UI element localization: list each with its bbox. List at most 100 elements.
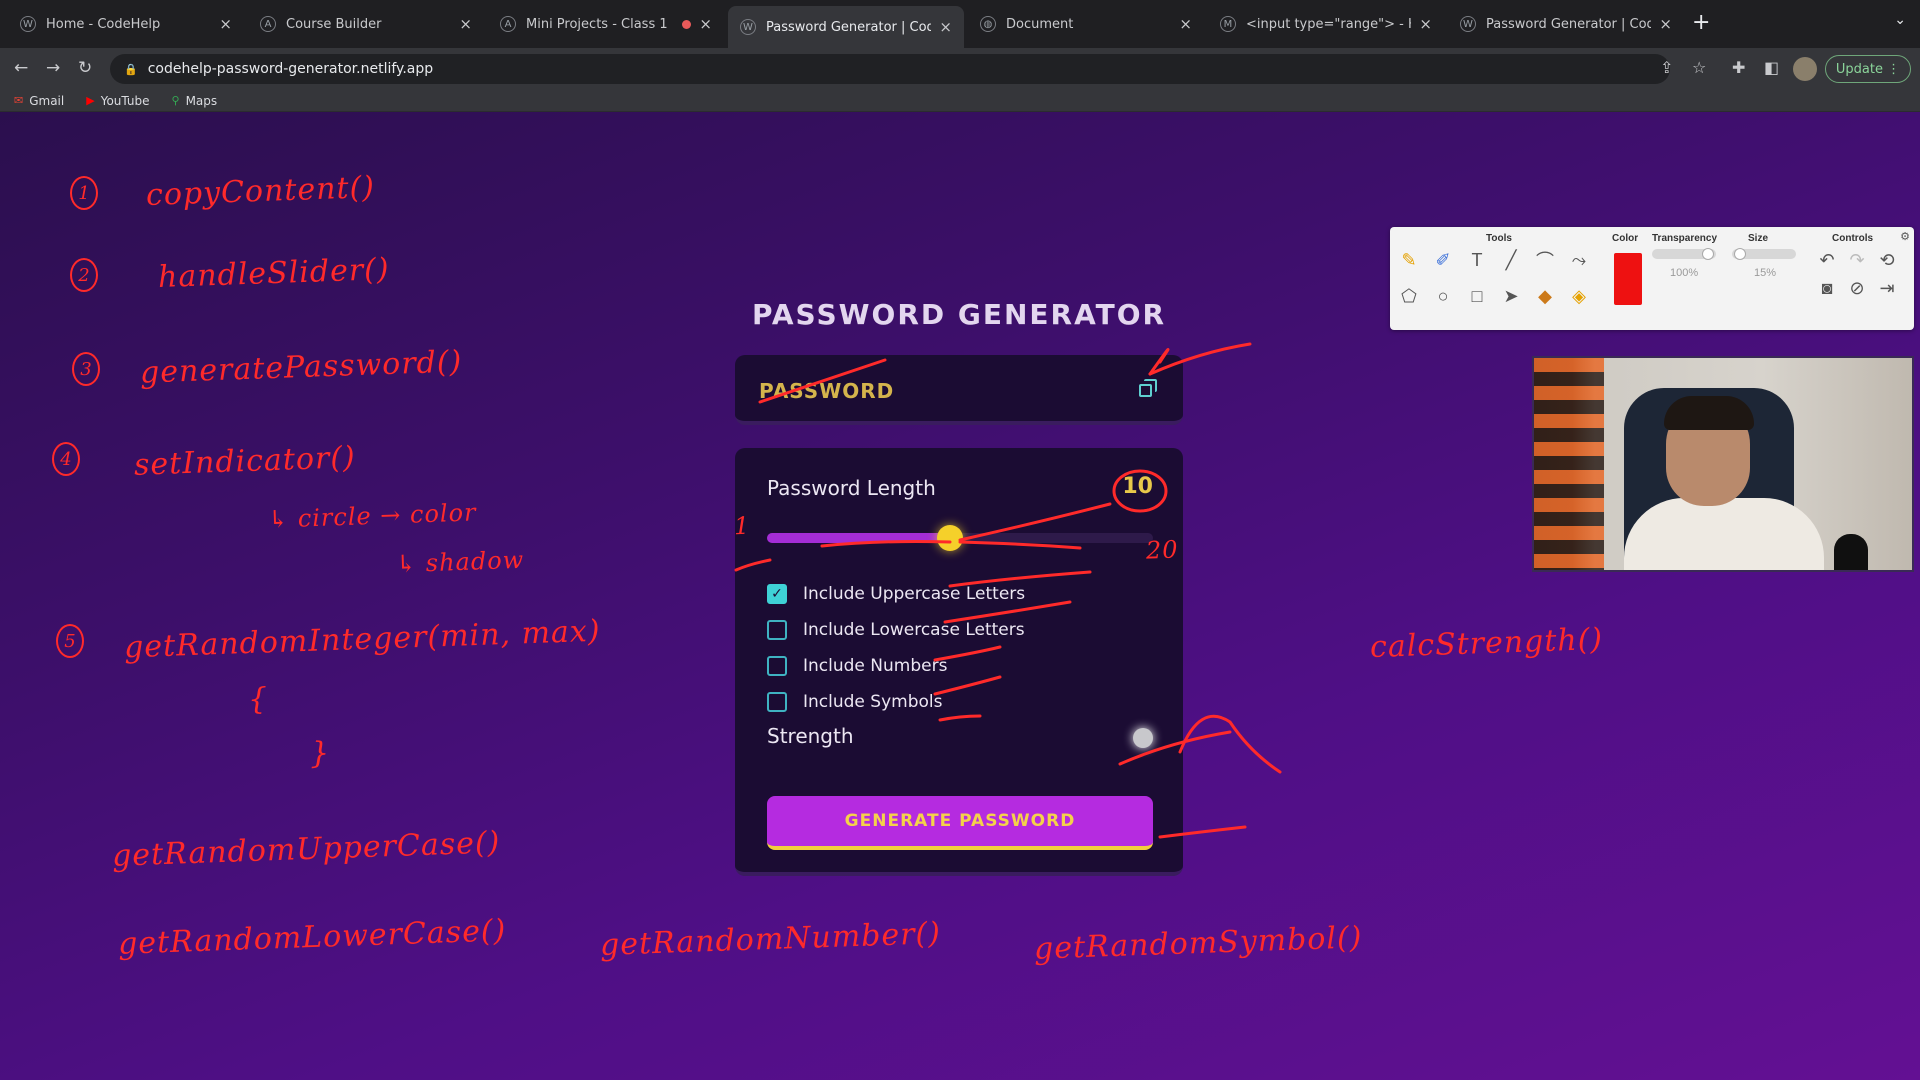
symbols-checkbox[interactable] [767, 692, 787, 712]
lowercase-checkbox[interactable] [767, 620, 787, 640]
size-slider[interactable] [1732, 248, 1796, 260]
close-tab-icon[interactable]: × [1659, 15, 1672, 33]
new-tab-button[interactable]: + [1692, 10, 1710, 35]
recording-indicator-icon [682, 19, 692, 29]
address-bar[interactable]: 🔒 codehelp-password-generator.netlify.ap… [110, 54, 1670, 84]
clear-icon[interactable]: ⟲ [1874, 247, 1900, 273]
tab-strip: W Home - CodeHelp × A Course Builder × A… [0, 0, 1920, 48]
presenter-hair [1664, 396, 1754, 430]
share-icon[interactable]: ⇪ [1660, 58, 1673, 77]
bookmark-label: Maps [185, 93, 218, 108]
annotation-generate-password: generatePassword() [139, 344, 463, 391]
redo-icon[interactable]: ↷ [1844, 247, 1870, 273]
tab-password-generator-2[interactable]: W Password Generator | CodeHel × [1448, 8, 1684, 40]
circle-icon[interactable]: ○ [1430, 283, 1456, 309]
close-tab-icon[interactable]: × [1419, 15, 1432, 33]
annotation-number-4: 4 [52, 442, 80, 476]
annotation-brace-open: { [247, 681, 269, 718]
close-tab-icon[interactable]: × [459, 15, 472, 33]
exit-icon[interactable]: ⇥ [1874, 275, 1900, 301]
close-tab-icon[interactable]: × [699, 15, 712, 33]
annotation-get-random-integer: getRandomInteger(min, max) [123, 613, 602, 666]
tab-title: Password Generator | CodeHel [1486, 16, 1652, 32]
fill-bucket-icon[interactable]: ◈ [1566, 283, 1592, 309]
lock-icon: 🔒 [124, 62, 138, 76]
polygon-icon[interactable]: ⬠ [1396, 283, 1422, 309]
color-swatch[interactable] [1614, 253, 1642, 305]
password-output[interactable]: PASSWORD [759, 379, 894, 403]
option-lowercase[interactable]: Include Lowercase Letters [767, 620, 1025, 640]
annotation-circle-color: ↳ circle → color [267, 498, 477, 534]
transparency-value: 100% [1670, 267, 1699, 279]
hide-icon[interactable]: ⊘ [1844, 275, 1870, 301]
uppercase-checkbox[interactable]: ✓ [767, 584, 787, 604]
tab-search-chevron-icon[interactable]: ⌄ [1894, 12, 1906, 28]
annotation-slider-max: 20 [1145, 535, 1180, 565]
highlighter-icon[interactable]: ✐ [1430, 247, 1456, 273]
codehelp-favicon-icon: W [1460, 16, 1476, 32]
tab-course-builder[interactable]: A Course Builder × [248, 8, 484, 40]
youtube-icon: ▶ [86, 94, 95, 107]
close-tab-icon[interactable]: × [939, 18, 952, 36]
mini-projects-favicon-icon: A [500, 16, 516, 32]
line-icon[interactable]: ╱ [1498, 247, 1524, 273]
tab-mdn-input-range[interactable]: M <input type="range"> - HTML × [1208, 8, 1444, 40]
back-button[interactable]: ← [14, 58, 28, 78]
option-label: Include Uppercase Letters [803, 584, 1026, 604]
update-button[interactable]: Update ⋮ [1825, 55, 1911, 83]
settings-card: Password Length 10 ✓ Include Uppercase L… [735, 448, 1183, 876]
tab-home-codehelp[interactable]: W Home - CodeHelp × [8, 8, 244, 40]
eraser-icon[interactable]: ◆ [1532, 283, 1558, 309]
extensions-puzzle-icon[interactable]: ✚ [1732, 58, 1745, 77]
tab-document[interactable]: ◍ Document × [968, 8, 1204, 40]
codehelp-favicon-icon: W [20, 16, 36, 32]
bookmark-maps[interactable]: ⚲ Maps [172, 94, 218, 108]
controls-header: Controls [1832, 233, 1874, 244]
annotation-set-indicator: setIndicator() [133, 440, 357, 483]
camera-icon[interactable]: ◙ [1814, 275, 1840, 301]
undo-icon[interactable]: ↶ [1814, 247, 1840, 273]
copy-icon[interactable] [1139, 379, 1159, 399]
slider-fill [767, 533, 950, 543]
slider-thumb[interactable] [936, 525, 963, 551]
tab-mini-projects[interactable]: A Mini Projects - Class 1 × [488, 8, 724, 40]
option-label: Include Lowercase Letters [803, 620, 1025, 640]
bookmark-star-icon[interactable]: ☆ [1692, 58, 1706, 77]
curve-arrow-icon[interactable]: ⤳ [1566, 247, 1592, 273]
text-icon[interactable]: T [1464, 247, 1490, 273]
codehelp-favicon-icon: W [740, 19, 756, 35]
option-numbers[interactable]: Include Numbers [767, 656, 947, 676]
generate-password-button[interactable]: GENERATE PASSWORD [767, 796, 1153, 850]
gear-icon[interactable]: ⚙ [1900, 230, 1910, 243]
strength-label: Strength [767, 724, 854, 748]
tab-title: <input type="range"> - HTML [1246, 16, 1411, 32]
option-symbols[interactable]: Include Symbols [767, 692, 942, 712]
annotation-brace-close: } [309, 735, 331, 772]
bookmark-gmail[interactable]: ✉ Gmail [14, 94, 64, 108]
password-length-value: 10 [1122, 474, 1153, 499]
close-tab-icon[interactable]: × [1179, 15, 1192, 33]
arc-icon[interactable]: ⌒ [1532, 247, 1558, 273]
reload-button[interactable]: ↻ [78, 58, 92, 78]
forward-button[interactable]: → [46, 58, 60, 78]
course-builder-favicon-icon: A [260, 16, 276, 32]
strength-curl-stroke [1178, 714, 1282, 774]
numbers-checkbox[interactable] [767, 656, 787, 676]
presenter-body [1624, 498, 1824, 570]
gmail-icon: ✉ [14, 94, 24, 107]
close-tab-icon[interactable]: × [219, 15, 232, 33]
side-panel-icon[interactable]: ◧ [1764, 58, 1779, 77]
tab-password-generator-active[interactable]: W Password Generator | CodeHel × [728, 6, 964, 48]
option-uppercase[interactable]: ✓ Include Uppercase Letters [767, 584, 1025, 604]
bookmark-youtube[interactable]: ▶ YouTube [86, 94, 149, 108]
pencil-icon[interactable]: ✎ [1396, 247, 1422, 273]
cursor-icon[interactable]: ➤ [1498, 283, 1524, 309]
url-text: codehelp-password-generator.netlify.app [147, 61, 434, 77]
acoustic-panel [1534, 358, 1604, 570]
size-knob[interactable] [1734, 248, 1746, 260]
profile-avatar[interactable] [1793, 57, 1817, 81]
transparency-slider[interactable] [1652, 248, 1716, 260]
transparency-knob[interactable] [1702, 248, 1714, 260]
length-slider[interactable] [767, 525, 1153, 551]
rectangle-icon[interactable]: □ [1464, 283, 1490, 309]
